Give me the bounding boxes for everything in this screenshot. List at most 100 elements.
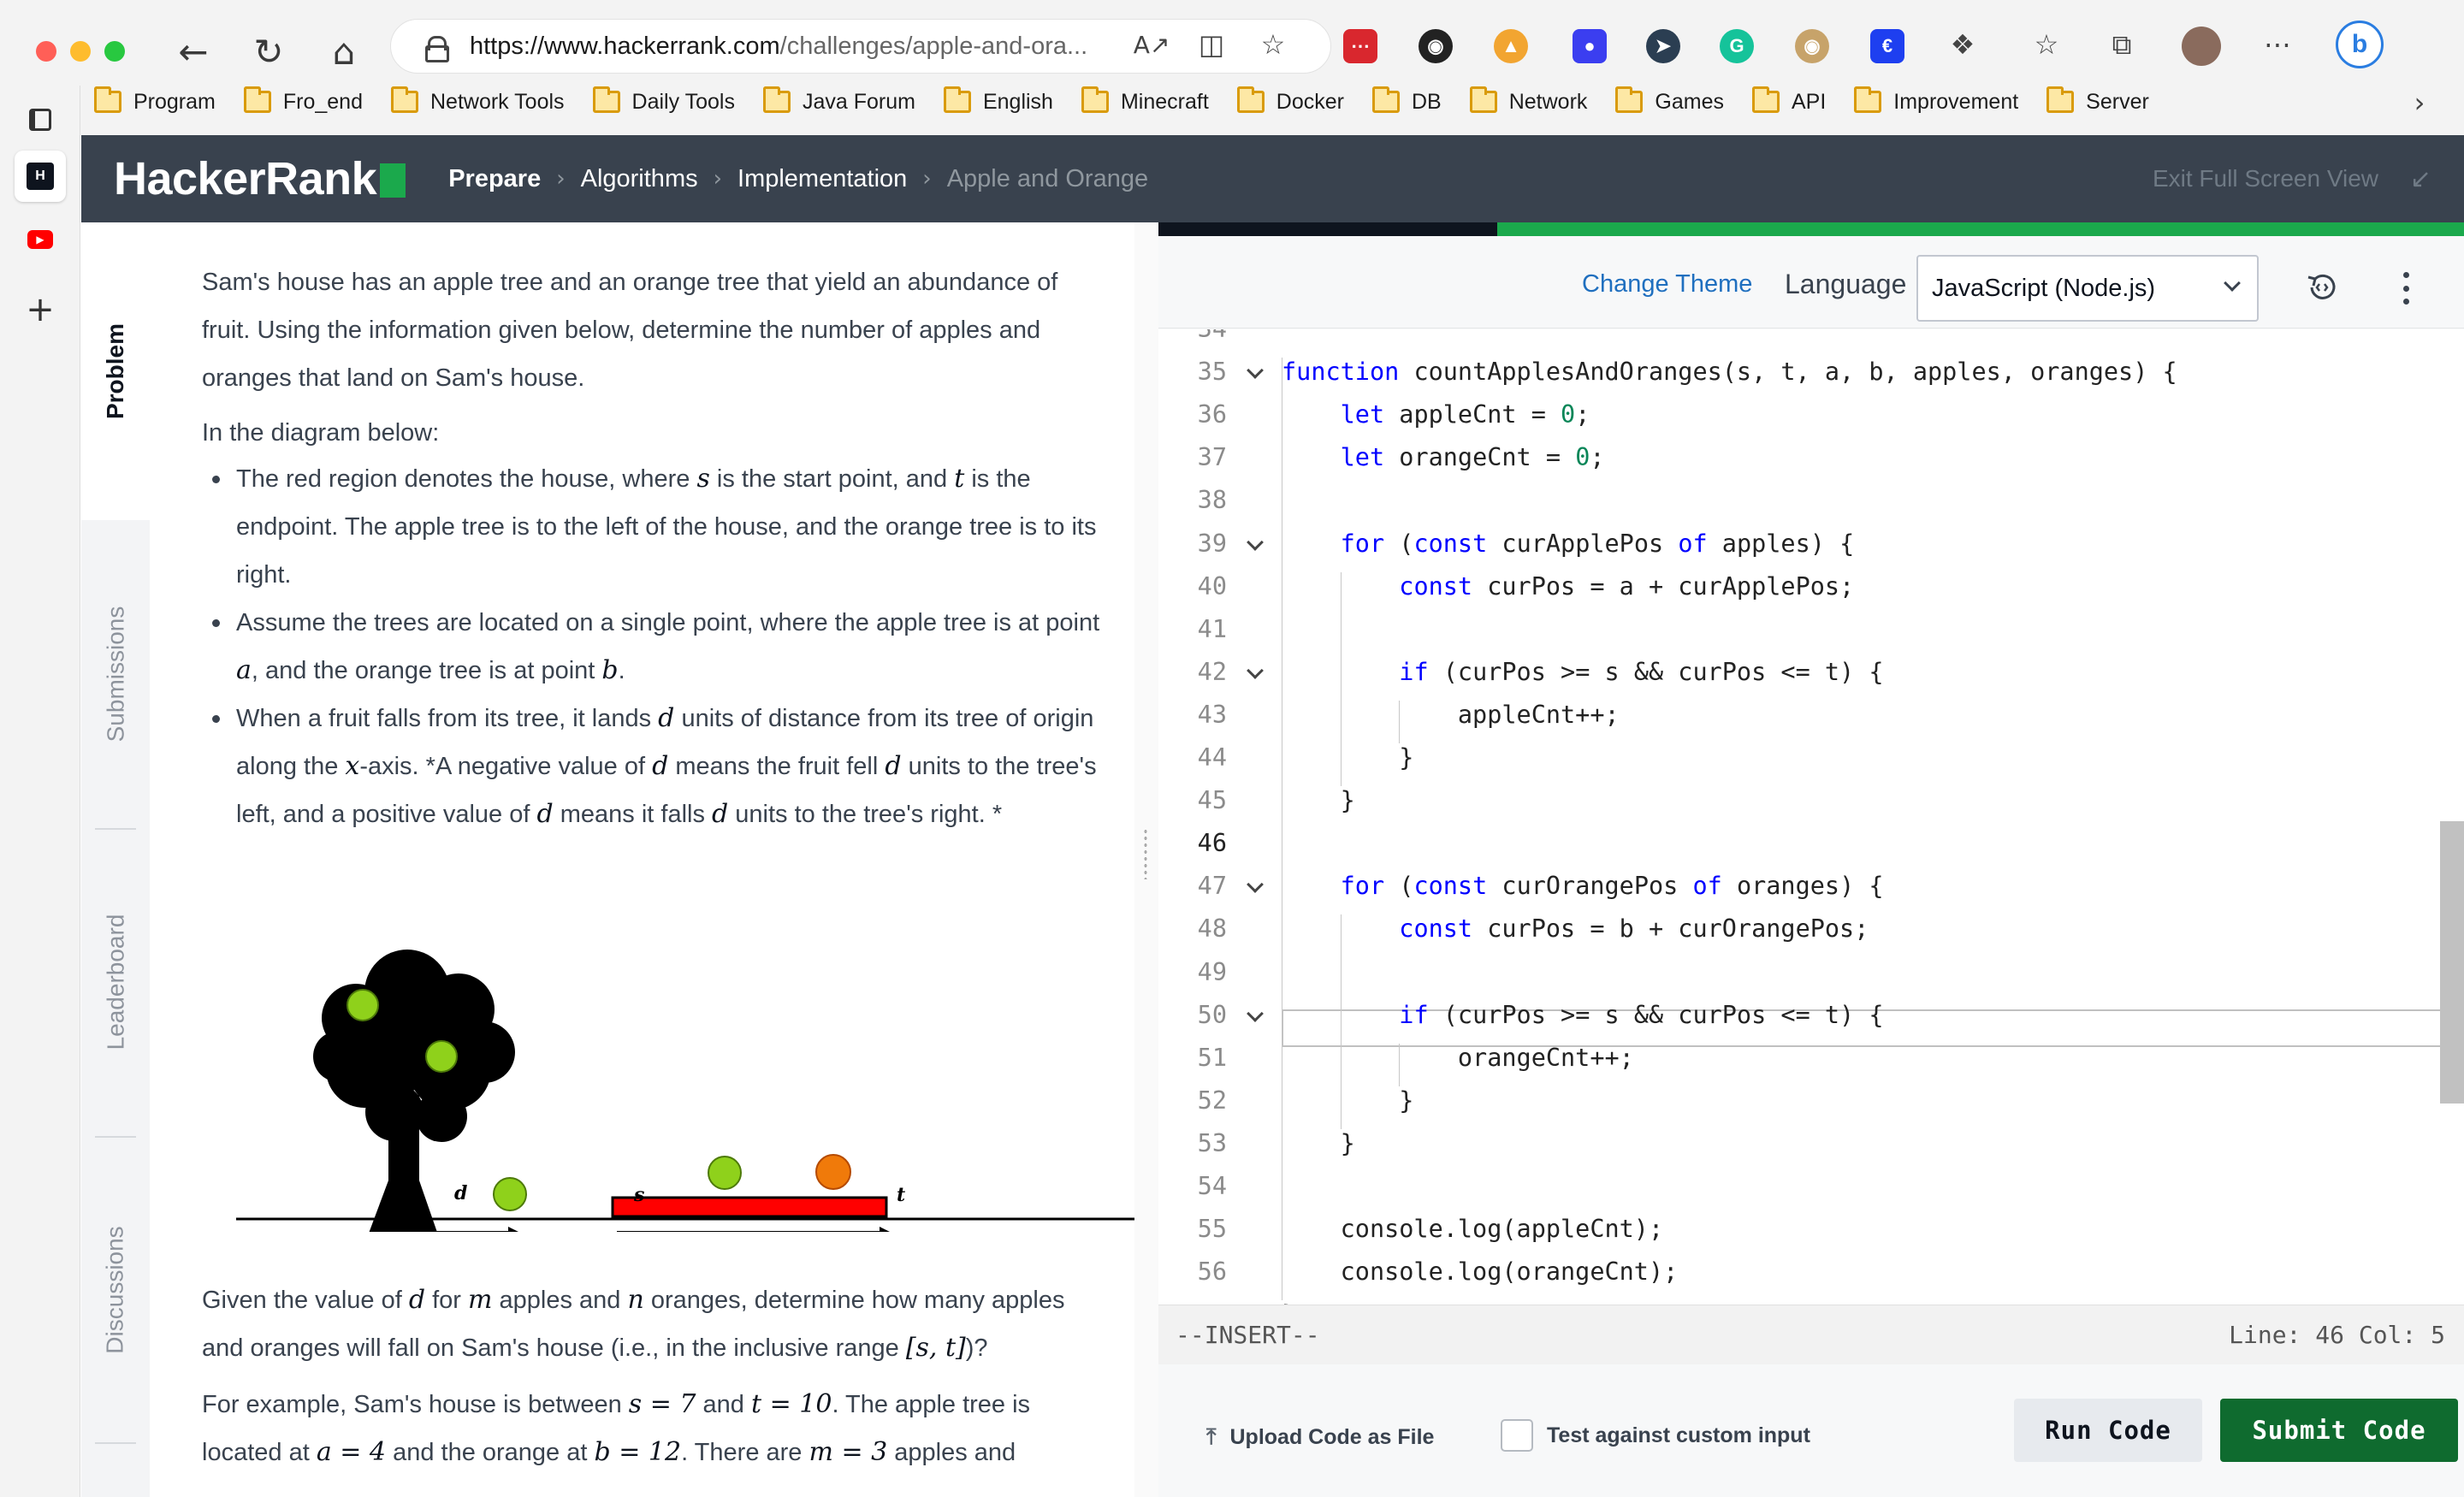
line-number: 45 [1197,786,1227,815]
code-line[interactable]: 53 } [1158,1124,2464,1163]
code-line[interactable]: 56 console.log(orangeCnt); [1158,1252,2464,1292]
fold-chevron-icon[interactable] [1247,362,1264,379]
restore-code-icon[interactable] [2305,270,2339,305]
custom-input-toggle[interactable]: Test against custom input [1501,1419,1810,1452]
code-line[interactable]: 37 let orangeCnt = 0; [1158,438,2464,477]
bookmark-item[interactable]: Network Tools [391,86,565,115]
extension-euro-icon[interactable]: € [1870,29,1904,63]
code-line[interactable]: 36 let appleCnt = 0; [1158,395,2464,435]
code-line[interactable]: 46 [1158,824,2464,863]
bookmark-item[interactable]: DB [1371,86,1442,115]
code-line[interactable]: 34 [1158,329,2464,349]
url-text[interactable]: https://www.hackerrank.com/challenges/ap… [470,33,1120,61]
code-line[interactable]: 48 const curPos = b + curOrangePos; [1158,909,2464,949]
bookmark-item[interactable]: English [943,86,1053,115]
fold-chevron-icon[interactable] [1247,876,1264,894]
fold-chevron-icon[interactable] [1247,533,1264,551]
language-select[interactable]: JavaScript (Node.js) [1916,255,2259,322]
collapse-icon[interactable]: ↙ [2410,164,2431,194]
code-line[interactable]: 54 [1158,1167,2464,1206]
home-icon[interactable]: ⌂ [317,24,371,79]
code-line[interactable]: 35 function countApplesAndOranges(s, t, a… [1158,352,2464,392]
code-line[interactable]: 47 for (const curOrangePos of oranges) { [1158,867,2464,906]
extensions-puzzle-icon[interactable]: ❖ [1944,26,1981,63]
code-line[interactable]: 51 orangeCnt++; [1158,1038,2464,1078]
hackerrank-logo[interactable]: HackerRank [114,152,406,205]
code-line[interactable]: 39 for (const curApplePos of apples) { [1158,524,2464,564]
bookmark-item[interactable]: Server [2046,86,2149,115]
code-line[interactable]: 38 [1158,481,2464,520]
code-line[interactable]: 40 const curPos = a + curApplePos; [1158,567,2464,606]
line-number: 44 [1197,743,1227,772]
extension-purple-icon[interactable]: ● [1573,29,1607,63]
bookmark-item[interactable]: Fro_end [243,86,363,115]
bookmark-item[interactable]: Network [1469,86,1587,115]
upload-code-button[interactable]: ⤒ Upload Code as File [1206,1424,1434,1451]
code-line[interactable]: 45 } [1158,781,2464,820]
add-favorite-icon[interactable]: ☆ [1254,26,1292,63]
minimize-window-button[interactable] [70,41,91,62]
code-line[interactable]: 41 [1158,610,2464,649]
pane-splitter[interactable] [1134,222,1158,1497]
code-line[interactable]: 42 if (curPos >= s && curPos <= t) { [1158,653,2464,692]
close-window-button[interactable] [36,41,56,62]
profile-avatar[interactable] [2182,27,2221,66]
bing-copilot-icon[interactable]: b [2336,21,2384,68]
bookmark-item[interactable]: API [1751,86,1826,115]
submit-code-button[interactable]: Submit Code [2220,1399,2458,1462]
code-line[interactable]: 55 console.log(appleCnt); [1158,1210,2464,1249]
collections-icon[interactable]: ⧉ [2103,26,2141,63]
code-line[interactable]: 49 [1158,953,2464,992]
extension-red-icon[interactable]: ⋯ [1343,29,1377,63]
fold-chevron-icon[interactable] [1247,661,1264,679]
folder-icon [1751,86,1780,113]
breadcrumb-prepare[interactable]: Prepare [448,165,541,193]
code-line[interactable]: 43 appleCnt++; [1158,695,2464,735]
tab-problem[interactable]: Problem [81,222,150,520]
extension-eyes-icon[interactable]: ◉ [1419,29,1453,63]
code-line[interactable]: 50 if (curPos >= s && curPos <= t) { [1158,996,2464,1035]
exit-fullscreen-link[interactable]: Exit Full Screen View [2153,165,2378,192]
fold-chevron-icon[interactable] [1247,1004,1264,1022]
change-theme-link[interactable]: Change Theme [1582,270,1752,299]
extension-bird-icon[interactable]: ▲ [1494,29,1528,63]
tab-actions-icon[interactable] [15,94,66,145]
more-options-icon[interactable]: ⋯ [2259,26,2296,63]
editor-scrollbar[interactable] [2440,821,2464,1104]
extension-cursor-icon[interactable]: ➤ [1646,29,1680,63]
bookmark-item[interactable]: Java Forum [762,86,915,115]
code-line[interactable]: 57} [1158,1295,2464,1305]
tab-leaderboard[interactable]: Leaderboard [81,828,150,1136]
split-screen-icon[interactable]: ◫ [1193,26,1230,63]
bookmark-item[interactable]: Improvement [1854,86,2018,115]
bookmark-item[interactable]: Games [1615,86,1724,115]
code-editor[interactable]: 34 35 function countApplesAndOranges(s, t,… [1158,329,2464,1305]
address-bar[interactable]: https://www.hackerrank.com/challenges/ap… [390,19,1331,74]
code-line[interactable]: 52 } [1158,1081,2464,1121]
reload-icon[interactable]: ↻ [241,24,296,79]
maximize-window-button[interactable] [104,41,125,62]
breadcrumb-algorithms[interactable]: Algorithms [581,165,698,193]
read-aloud-icon[interactable]: A↗ [1133,26,1170,63]
tab-discussions[interactable]: Discussions [81,1136,150,1444]
more-vertical-icon[interactable] [2397,267,2414,310]
new-tab-icon[interactable]: + [15,284,66,335]
code-text: console.log(orangeCnt); [1282,1257,1679,1287]
chevron-right-icon[interactable]: › [2401,84,2438,121]
favorites-icon[interactable]: ☆ [2028,26,2065,63]
grammarly-icon[interactable]: G [1720,29,1754,63]
bookmark-item[interactable]: Program [94,86,216,115]
youtube-tab-icon[interactable]: ▶ [15,214,66,265]
breadcrumb-implementation[interactable]: Implementation [737,165,907,193]
bookmark-item[interactable]: Minecraft [1081,86,1209,115]
hackerrank-tab-icon[interactable]: H [15,151,66,202]
lock-icon[interactable] [425,36,449,62]
back-icon[interactable]: ← [166,24,221,79]
custom-input-checkbox[interactable] [1501,1419,1533,1452]
bookmark-item[interactable]: Daily Tools [592,86,735,115]
extension-owl-icon[interactable]: ◉ [1795,29,1829,63]
tab-submissions[interactable]: Submissions [81,520,150,828]
code-line[interactable]: 44 } [1158,738,2464,778]
run-code-button[interactable]: Run Code [2014,1399,2202,1462]
bookmark-item[interactable]: Docker [1236,86,1344,115]
